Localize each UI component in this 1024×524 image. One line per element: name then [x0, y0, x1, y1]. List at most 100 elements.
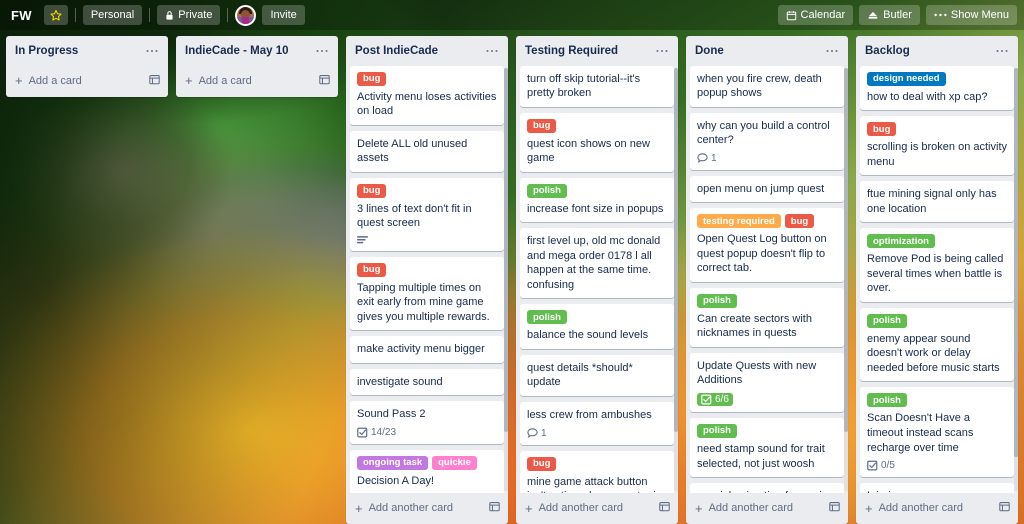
card-template-icon[interactable]: [999, 501, 1010, 515]
add-card-label: Add another card: [368, 502, 453, 514]
list-menu-button[interactable]: [314, 45, 330, 53]
card[interactable]: Delete ALL old unused assets: [350, 130, 504, 172]
card-label[interactable]: polish: [867, 393, 907, 408]
list-scrollbar[interactable]: [844, 67, 848, 491]
card[interactable]: ftue mining signal only has one location: [860, 181, 1014, 223]
card[interactable]: optimization Remove Pod is being called s…: [860, 228, 1014, 302]
card-template-icon[interactable]: [659, 501, 670, 515]
avatar[interactable]: [235, 4, 257, 26]
butler-button[interactable]: Butler: [859, 5, 920, 25]
card[interactable]: polish increase font size in popups: [520, 177, 674, 223]
list-scrollbar[interactable]: [674, 67, 678, 491]
card[interactable]: Injuries8/12: [860, 483, 1014, 493]
card-label[interactable]: bug: [357, 183, 387, 198]
add-card-button[interactable]: + Add another card: [516, 493, 678, 524]
card-title: mine game attack button isn't active whe…: [527, 475, 661, 494]
card-label[interactable]: bug: [867, 122, 897, 137]
list-title[interactable]: Backlog: [865, 45, 994, 59]
card[interactable]: bug Tapping multiple times on exit early …: [350, 256, 504, 331]
add-card-button[interactable]: + Add a card: [6, 66, 168, 97]
card[interactable]: Update Quests with new Additions 6/6: [690, 352, 844, 412]
card[interactable]: bug scrolling is broken on activity menu: [860, 116, 1014, 176]
card[interactable]: bug quest icon shows on new game: [520, 112, 674, 172]
card-labels: polish: [527, 310, 667, 325]
list-title[interactable]: IndieCade - May 10: [185, 45, 314, 59]
ellipsis-icon: [934, 13, 947, 17]
list-scrollbar[interactable]: [504, 67, 508, 491]
card[interactable]: bug Activity menu loses activities on loa…: [350, 65, 504, 125]
card-template-icon[interactable]: [319, 74, 330, 88]
butler-label: Butler: [883, 9, 912, 21]
card[interactable]: investigate sound: [350, 368, 504, 396]
list-menu-button[interactable]: [654, 45, 670, 53]
card[interactable]: why can you build a control center? 1: [690, 112, 844, 170]
card-label[interactable]: ongoing task: [357, 455, 429, 470]
card-label[interactable]: bug: [357, 262, 387, 277]
card-template-icon[interactable]: [829, 501, 840, 515]
card-label[interactable]: polish: [527, 310, 567, 325]
card-title: Scan Doesn't Have a timeout instead scan…: [867, 412, 974, 454]
board-lists-container[interactable]: In Progress + Add a card IndieCade - May 10…: [0, 30, 1024, 524]
card[interactable]: first level up, old mc donald and mega o…: [520, 228, 674, 299]
list-menu-button[interactable]: [824, 45, 840, 53]
calendar-button[interactable]: Calendar: [777, 5, 854, 25]
add-card-button[interactable]: + Add another card: [686, 493, 848, 524]
list-menu-button[interactable]: [144, 45, 160, 53]
list-title[interactable]: Testing Required: [525, 45, 654, 59]
add-card-button[interactable]: + Add another card: [856, 493, 1018, 524]
card-label[interactable]: bug: [527, 118, 557, 133]
card-template-icon[interactable]: [149, 74, 160, 88]
team-button[interactable]: Personal: [82, 5, 143, 25]
card[interactable]: polish balance the sound levels: [520, 304, 674, 349]
card-labels: design needed: [867, 71, 1007, 86]
list-cards[interactable]: when you fire crew, death popup shows why…: [686, 65, 848, 493]
list-title[interactable]: Done: [695, 45, 824, 59]
card[interactable]: design needed how to deal with xp cap?: [860, 65, 1014, 111]
card-label[interactable]: polish: [527, 183, 567, 198]
card-label[interactable]: polish: [697, 423, 737, 438]
list-scrollbar[interactable]: [1014, 67, 1018, 491]
card-label[interactable]: quickie: [432, 455, 477, 470]
invite-label: Invite: [270, 9, 297, 21]
card[interactable]: open menu on jump quest: [690, 175, 844, 203]
card-label[interactable]: optimization: [867, 234, 935, 249]
add-card-button[interactable]: + Add another card: [346, 493, 508, 524]
list-menu-button[interactable]: [484, 45, 500, 53]
visibility-button[interactable]: Private: [157, 5, 221, 25]
card-label[interactable]: bug: [527, 456, 557, 471]
list-title[interactable]: In Progress: [15, 45, 144, 59]
card[interactable]: testing required bug Open Quest Log button…: [690, 208, 844, 282]
card[interactable]: make activity menu bigger: [350, 336, 504, 363]
card-label[interactable]: bug: [784, 214, 815, 229]
card-label[interactable]: testing required: [697, 214, 781, 229]
card[interactable]: polish need stamp sound for trait selecte…: [690, 417, 844, 478]
card-title: why can you build a control center?: [697, 119, 830, 147]
card[interactable]: less crew from ambushes 1: [520, 401, 674, 445]
card[interactable]: quest details *should* update: [520, 354, 674, 396]
card[interactable]: special animation for annie vs other npc…: [690, 483, 844, 493]
card[interactable]: polish enemy appear sound doesn't work or…: [860, 307, 1014, 382]
card-label[interactable]: polish: [697, 293, 737, 308]
list-menu-button[interactable]: [994, 45, 1010, 53]
list-cards[interactable]: bug Activity menu loses activities on loa…: [346, 65, 508, 493]
list-title[interactable]: Post IndieCade: [355, 45, 484, 59]
card[interactable]: bug mine game attack button isn't active …: [520, 450, 674, 494]
comment-badge: 1: [697, 153, 717, 164]
list-cards[interactable]: turn off skip tutorial--it's pretty brok…: [516, 65, 678, 494]
list-cards[interactable]: design needed how to deal with xp cap? bug…: [856, 65, 1018, 493]
card[interactable]: bug 3 lines of text don't fit in quest sc…: [350, 177, 504, 251]
card[interactable]: polish Can create sectors with nicknames …: [690, 287, 844, 347]
add-card-button[interactable]: + Add a card: [176, 66, 338, 97]
card-label[interactable]: design needed: [867, 71, 946, 86]
star-button[interactable]: [43, 5, 68, 25]
card-template-icon[interactable]: [489, 501, 500, 515]
card[interactable]: turn off skip tutorial--it's pretty brok…: [520, 65, 674, 107]
card-label[interactable]: bug: [357, 71, 387, 86]
card[interactable]: Sound Pass 2 14/23: [350, 401, 504, 444]
card[interactable]: polish Scan Doesn't Have a timeout instea…: [860, 387, 1014, 478]
card[interactable]: when you fire crew, death popup shows: [690, 65, 844, 107]
invite-button[interactable]: Invite: [262, 5, 305, 25]
card[interactable]: ongoing task quickie Decision A Day!: [350, 449, 504, 493]
card-label[interactable]: polish: [867, 313, 907, 328]
show-menu-button[interactable]: Show Menu: [925, 5, 1017, 25]
